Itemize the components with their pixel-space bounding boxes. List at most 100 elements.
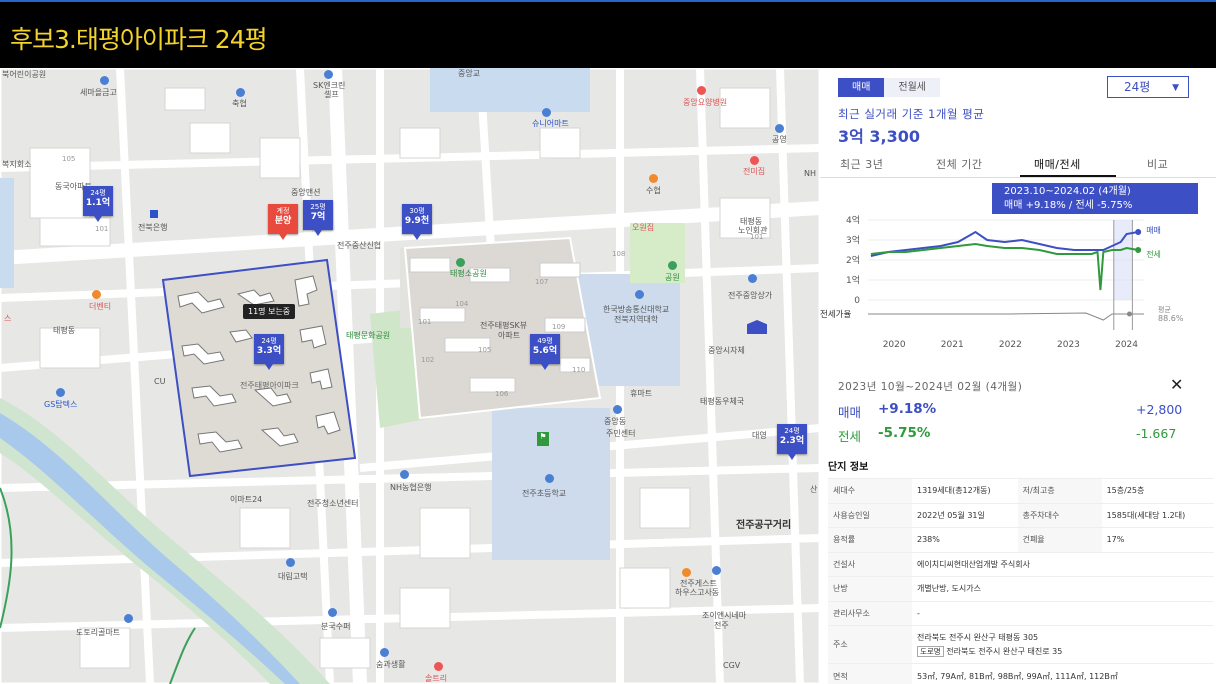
map-place-label[interactable]: NH — [804, 169, 816, 178]
poi-icon[interactable] — [92, 290, 101, 299]
map-place-label[interactable]: 중앙동 — [604, 416, 626, 427]
poi-icon[interactable] — [613, 405, 622, 414]
tab-compare[interactable]: 비교 — [1147, 156, 1168, 172]
price-pin[interactable]: 30평 9.9천 — [402, 204, 432, 240]
series-line-jeonse — [870, 242, 1139, 291]
map-place-label[interactable]: 중앙시자체 — [708, 345, 745, 356]
map-place-label[interactable]: 노인회관 — [738, 225, 767, 236]
tab-jeonse-monthly[interactable]: 전월세 — [884, 78, 941, 97]
map-place-label[interactable]: 전주초등학교 — [522, 488, 566, 499]
price-pin[interactable]: 24평 3.3억 — [254, 334, 284, 370]
map-place-label[interactable]: 대영 — [752, 430, 767, 441]
poi-icon[interactable] — [100, 76, 109, 85]
poi-icon[interactable] — [542, 108, 551, 117]
poi-icon[interactable] — [775, 124, 784, 133]
trade-type-toggle[interactable]: 매매 전월세 — [838, 78, 941, 97]
poi-icon[interactable] — [434, 662, 443, 671]
map-place-label[interactable]: 하우스고사동 — [675, 587, 719, 598]
tab-trade-jeonse[interactable]: 매매/전세 — [1034, 156, 1081, 172]
map-place-label[interactable]: 복지회소 — [2, 159, 31, 170]
poi-icon[interactable] — [380, 648, 389, 657]
poi-icon[interactable] — [324, 70, 333, 79]
map-place-label[interactable]: 아파트 — [498, 330, 520, 341]
map-place-label[interactable]: CU — [154, 377, 165, 386]
poi-icon[interactable] — [748, 274, 757, 283]
map-place-label[interactable]: 전주 — [714, 620, 729, 631]
pin-area: 24평 — [261, 337, 277, 345]
poi-icon[interactable] — [545, 474, 554, 483]
map-place-label[interactable]: 휴마트 — [630, 388, 652, 399]
poi-icon[interactable] — [236, 88, 245, 97]
tab-recent-3y[interactable]: 최근 3년 — [840, 156, 883, 172]
poi-icon[interactable] — [456, 258, 465, 267]
pin-area: 49평 — [537, 337, 553, 345]
poi-icon[interactable] — [400, 470, 409, 479]
map-place-label[interactable]: 이마트24 — [230, 494, 262, 505]
map-place-label[interactable]: 산 — [810, 484, 817, 495]
map-place-label[interactable]: 중앙교 — [458, 68, 480, 79]
map-place-label[interactable]: 숨과생활 — [376, 659, 405, 670]
price-pin[interactable]: 24평 2.3억 — [777, 424, 807, 460]
map-place-label[interactable]: 중앙맨션 — [291, 187, 320, 198]
poi-icon[interactable] — [635, 290, 644, 299]
map-place-label[interactable]: CGV — [723, 661, 740, 670]
area-select[interactable]: 24평 ▼ — [1107, 76, 1189, 98]
map-place-label[interactable]: 세마을금고 — [80, 87, 117, 98]
poi-icon[interactable] — [697, 86, 706, 95]
map-place-label[interactable]: 태평문화공원 — [346, 330, 390, 341]
map-place-label[interactable]: 슈니어마트 — [532, 118, 569, 129]
map-place-label[interactable]: 수협 — [646, 185, 661, 196]
poi-icon[interactable] — [124, 614, 133, 623]
map-place-label[interactable]: 주민센터 — [606, 428, 635, 439]
poi-icon[interactable] — [712, 566, 721, 575]
poi-icon[interactable] — [750, 156, 759, 165]
price-pin[interactable]: 24평 1.1억 — [83, 186, 113, 222]
poi-icon[interactable] — [668, 261, 677, 270]
map-place-label[interactable]: 태평동 — [53, 325, 75, 336]
price-pin[interactable]: 계정 분양 — [268, 204, 298, 240]
map-place-label[interactable]: 오원집 — [632, 222, 654, 233]
map-place-label[interactable]: 도토리골마트 — [76, 627, 120, 638]
chevron-down-icon: ▼ — [1172, 83, 1179, 93]
poi-icon[interactable] — [649, 174, 658, 183]
map-place-label[interactable]: 대림고택 — [278, 571, 307, 582]
map-place-label[interactable]: 전주청소년센터 — [307, 498, 359, 509]
close-icon[interactable]: ✕ — [1170, 375, 1183, 394]
map-place-label[interactable]: 솔트리 — [425, 673, 447, 684]
map-view[interactable]: 105 101 108 107 104 101 109 105 102 110 … — [0, 68, 820, 684]
poi-icon[interactable] — [286, 558, 295, 567]
map-place-label[interactable]: 더벤티 — [89, 301, 111, 312]
poi-icon[interactable] — [56, 388, 65, 397]
bank-icon[interactable] — [150, 210, 158, 218]
map-place-label[interactable]: 셀프 — [324, 89, 339, 100]
poi-icon[interactable] — [682, 568, 691, 577]
price-chart[interactable]: 4억 3억 2억 1억 0 매매전세전세가율 평균88.6% 2020 2021 2022 2023… — [820, 214, 1216, 354]
map-place-label[interactable]: 축협 — [232, 98, 247, 109]
complex-label: 전주태평아이파크 — [240, 381, 299, 390]
map-place-label[interactable]: 분국수퍼 — [321, 621, 350, 632]
price-pin[interactable]: 25평 7억 — [303, 200, 333, 236]
x-tick-label: 2022 — [999, 340, 1022, 350]
info-key: 저/최고층 — [1017, 478, 1102, 503]
tab-trade[interactable]: 매매 — [838, 78, 885, 97]
school-flag-icon[interactable]: ⚑ — [537, 432, 549, 446]
map-place-label[interactable]: 스 — [4, 313, 11, 324]
map-place-label[interactable]: 전주중앙상가 — [728, 290, 772, 301]
map-place-label[interactable]: 태평동우체국 — [700, 396, 744, 407]
price-pin[interactable]: 49평 5.6억 — [530, 334, 560, 370]
map-place-label[interactable]: 북어린이공원 — [2, 69, 46, 80]
tab-all-period[interactable]: 전체 기간 — [936, 156, 982, 172]
map-place-label[interactable]: 태평소공원 — [450, 268, 487, 279]
map-place-label[interactable]: NH농협은행 — [390, 482, 431, 493]
map-place-label[interactable]: 공원 — [665, 272, 680, 283]
poi-icon[interactable] — [328, 608, 337, 617]
map-place-label[interactable]: 전북은행 — [138, 222, 167, 233]
map-place-label[interactable]: 전주공구거리 — [736, 516, 791, 531]
map-place-label[interactable]: 공영 — [772, 134, 787, 145]
map-place-label[interactable]: GS탑텍스 — [44, 399, 77, 410]
map-place-label[interactable]: 전미집 — [743, 166, 765, 177]
map-place-label[interactable]: 전주중산신협 — [337, 240, 381, 251]
ratio-point — [1126, 311, 1132, 317]
map-place-label[interactable]: 중앙요양병원 — [683, 97, 727, 108]
map-place-label[interactable]: 전북지역대학 — [614, 314, 658, 325]
